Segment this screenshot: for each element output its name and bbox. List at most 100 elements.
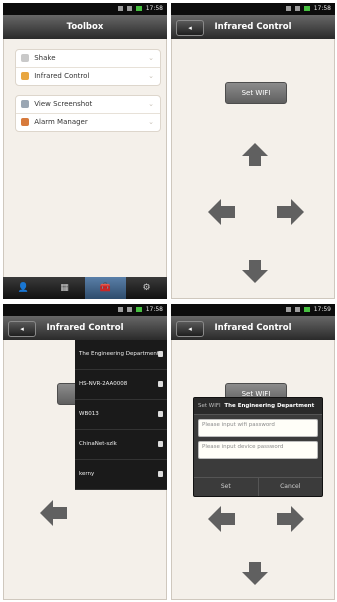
- lock-icon: [158, 441, 163, 447]
- chevron-down-icon: ⌄: [148, 54, 154, 62]
- status-bar: 17:58: [3, 304, 167, 316]
- battery-icon: [135, 307, 142, 312]
- dialog-title: Set WIFI The Engineering Department: [194, 398, 322, 415]
- menu-item-view-screenshot[interactable]: View Screenshot ⌄: [16, 96, 160, 114]
- dialog-title-prefix: Set WIFI: [198, 403, 221, 409]
- set-wifi-dialog-screen: 17:59 ◂ Infrared Control Set WIFI Set WI…: [171, 304, 335, 600]
- page-title-text: Infrared Control: [46, 323, 124, 333]
- wifi-signal-icon: [117, 307, 123, 312]
- menu-group-2: View Screenshot ⌄ Alarm Manager ⌄: [15, 95, 161, 132]
- set-button[interactable]: Set: [194, 478, 259, 496]
- wifi-network-item[interactable]: WB013: [75, 400, 167, 430]
- wifi-ssid: kerny: [79, 471, 95, 477]
- sim-icon: [126, 6, 132, 11]
- sim-icon: [126, 307, 132, 312]
- toolbox-icon: 🧰: [99, 283, 112, 293]
- wifi-network-item[interactable]: ChinaNet-szlk: [75, 430, 167, 460]
- wifi-ssid: The Engineering Department: [79, 351, 160, 357]
- page-title-text: Infrared Control: [214, 22, 292, 32]
- wifi-network-list: The Engineering Department HS-NVR-2AA000…: [75, 340, 167, 490]
- grid-icon: ▦: [60, 283, 69, 293]
- arrow-right-shaft: [277, 513, 291, 525]
- arrow-left-shaft: [221, 206, 235, 218]
- wifi-network-item[interactable]: The Engineering Department: [75, 340, 167, 370]
- wifi-network-item[interactable]: kerny: [75, 460, 167, 490]
- status-time: 17:58: [313, 5, 331, 12]
- status-time: 17:59: [313, 306, 331, 313]
- status-time: 17:58: [145, 306, 163, 313]
- arrow-left-button[interactable]: [40, 500, 53, 526]
- lock-icon: [158, 411, 163, 417]
- sim-icon: [294, 307, 300, 312]
- screenshot-icon: [21, 100, 29, 108]
- dialog-actions: Set Cancel: [194, 477, 322, 496]
- wifi-ssid: WB013: [79, 411, 99, 417]
- wifi-signal-icon: [285, 6, 291, 11]
- status-bar: 17:59: [171, 304, 335, 316]
- arrow-down-button[interactable]: [242, 270, 268, 283]
- infrared-icon: [21, 72, 29, 80]
- bottom-nav: 👤 ▦ 🧰 ⚙: [3, 277, 167, 299]
- chevron-down-icon: ⌄: [148, 118, 154, 126]
- menu-item-infrared-control[interactable]: Infrared Control ⌄: [16, 68, 160, 85]
- status-bar: 17:58: [171, 3, 335, 15]
- arrow-down-shaft: [249, 562, 261, 572]
- menu-item-label: View Screenshot: [34, 100, 93, 108]
- sim-icon: [294, 6, 300, 11]
- page-title: ◂ Infrared Control: [3, 316, 167, 340]
- arrow-right-shaft: [277, 206, 291, 218]
- person-icon: 👤: [17, 283, 30, 293]
- infrared-control-screen: 17:58 ◂ Infrared Control Set WIFI: [171, 3, 335, 299]
- page-title: ◂ Infrared Control: [171, 316, 335, 340]
- arrow-down-button[interactable]: [242, 572, 268, 585]
- menu-item-label: Infrared Control: [34, 72, 90, 80]
- arrow-left-button[interactable]: [208, 199, 221, 225]
- lock-icon: [158, 471, 163, 477]
- cancel-button[interactable]: Cancel: [259, 478, 323, 496]
- tab-grid[interactable]: ▦: [44, 277, 85, 299]
- wifi-password-field[interactable]: Please input wifi password: [198, 419, 318, 437]
- arrow-right-button[interactable]: [291, 506, 304, 532]
- menu-item-label: Shake: [34, 54, 56, 62]
- page-title: ◂ Infrared Control: [171, 15, 335, 39]
- set-wifi-dialog: Set WIFI The Engineering Department Plea…: [193, 397, 323, 497]
- set-wifi-button[interactable]: Set WIFI: [225, 82, 287, 104]
- tab-toolbox[interactable]: 🧰: [85, 277, 126, 299]
- battery-icon: [303, 307, 310, 312]
- wifi-signal-icon: [285, 307, 291, 312]
- menu-item-label: Alarm Manager: [34, 118, 88, 126]
- battery-icon: [303, 6, 310, 11]
- tab-person[interactable]: 👤: [3, 277, 44, 299]
- battery-icon: [135, 6, 142, 11]
- lock-icon: [158, 381, 163, 387]
- lock-icon: [158, 351, 163, 357]
- back-button[interactable]: ◂: [176, 20, 204, 36]
- wifi-ssid: HS-NVR-2AA0008: [79, 381, 128, 387]
- shake-icon: [21, 54, 29, 62]
- toolbox-screen: 17:58 Toolbox Shake ⌄ Infrared Control ⌄…: [3, 3, 167, 299]
- arrow-left-button[interactable]: [208, 506, 221, 532]
- back-button[interactable]: ◂: [8, 321, 36, 337]
- wifi-ssid: ChinaNet-szlk: [79, 441, 117, 447]
- arrow-left-shaft: [221, 513, 235, 525]
- wifi-network-item[interactable]: HS-NVR-2AA0008: [75, 370, 167, 400]
- back-button[interactable]: ◂: [176, 321, 204, 337]
- wifi-signal-icon: [117, 6, 123, 11]
- page-title-text: Infrared Control: [214, 323, 292, 333]
- arrow-up-shaft: [249, 156, 261, 166]
- arrow-down-shaft: [249, 260, 261, 270]
- arrow-left-shaft: [53, 507, 67, 519]
- arrow-right-button[interactable]: [291, 199, 304, 225]
- status-time: 17:58: [145, 5, 163, 12]
- menu-group-1: Shake ⌄ Infrared Control ⌄: [15, 49, 161, 86]
- arrow-up-button[interactable]: [242, 143, 268, 156]
- settings-gear-icon: ⚙: [142, 283, 151, 293]
- device-password-field[interactable]: Please input device password: [198, 441, 318, 459]
- tab-settings[interactable]: ⚙: [126, 277, 167, 299]
- page-title: Toolbox: [3, 15, 167, 39]
- chevron-down-icon: ⌄: [148, 72, 154, 80]
- menu-item-shake[interactable]: Shake ⌄: [16, 50, 160, 68]
- chevron-down-icon: ⌄: [148, 100, 154, 108]
- menu-item-alarm-manager[interactable]: Alarm Manager ⌄: [16, 114, 160, 131]
- wifi-select-screen: 17:58 ◂ Infrared Control The Engineering…: [3, 304, 167, 600]
